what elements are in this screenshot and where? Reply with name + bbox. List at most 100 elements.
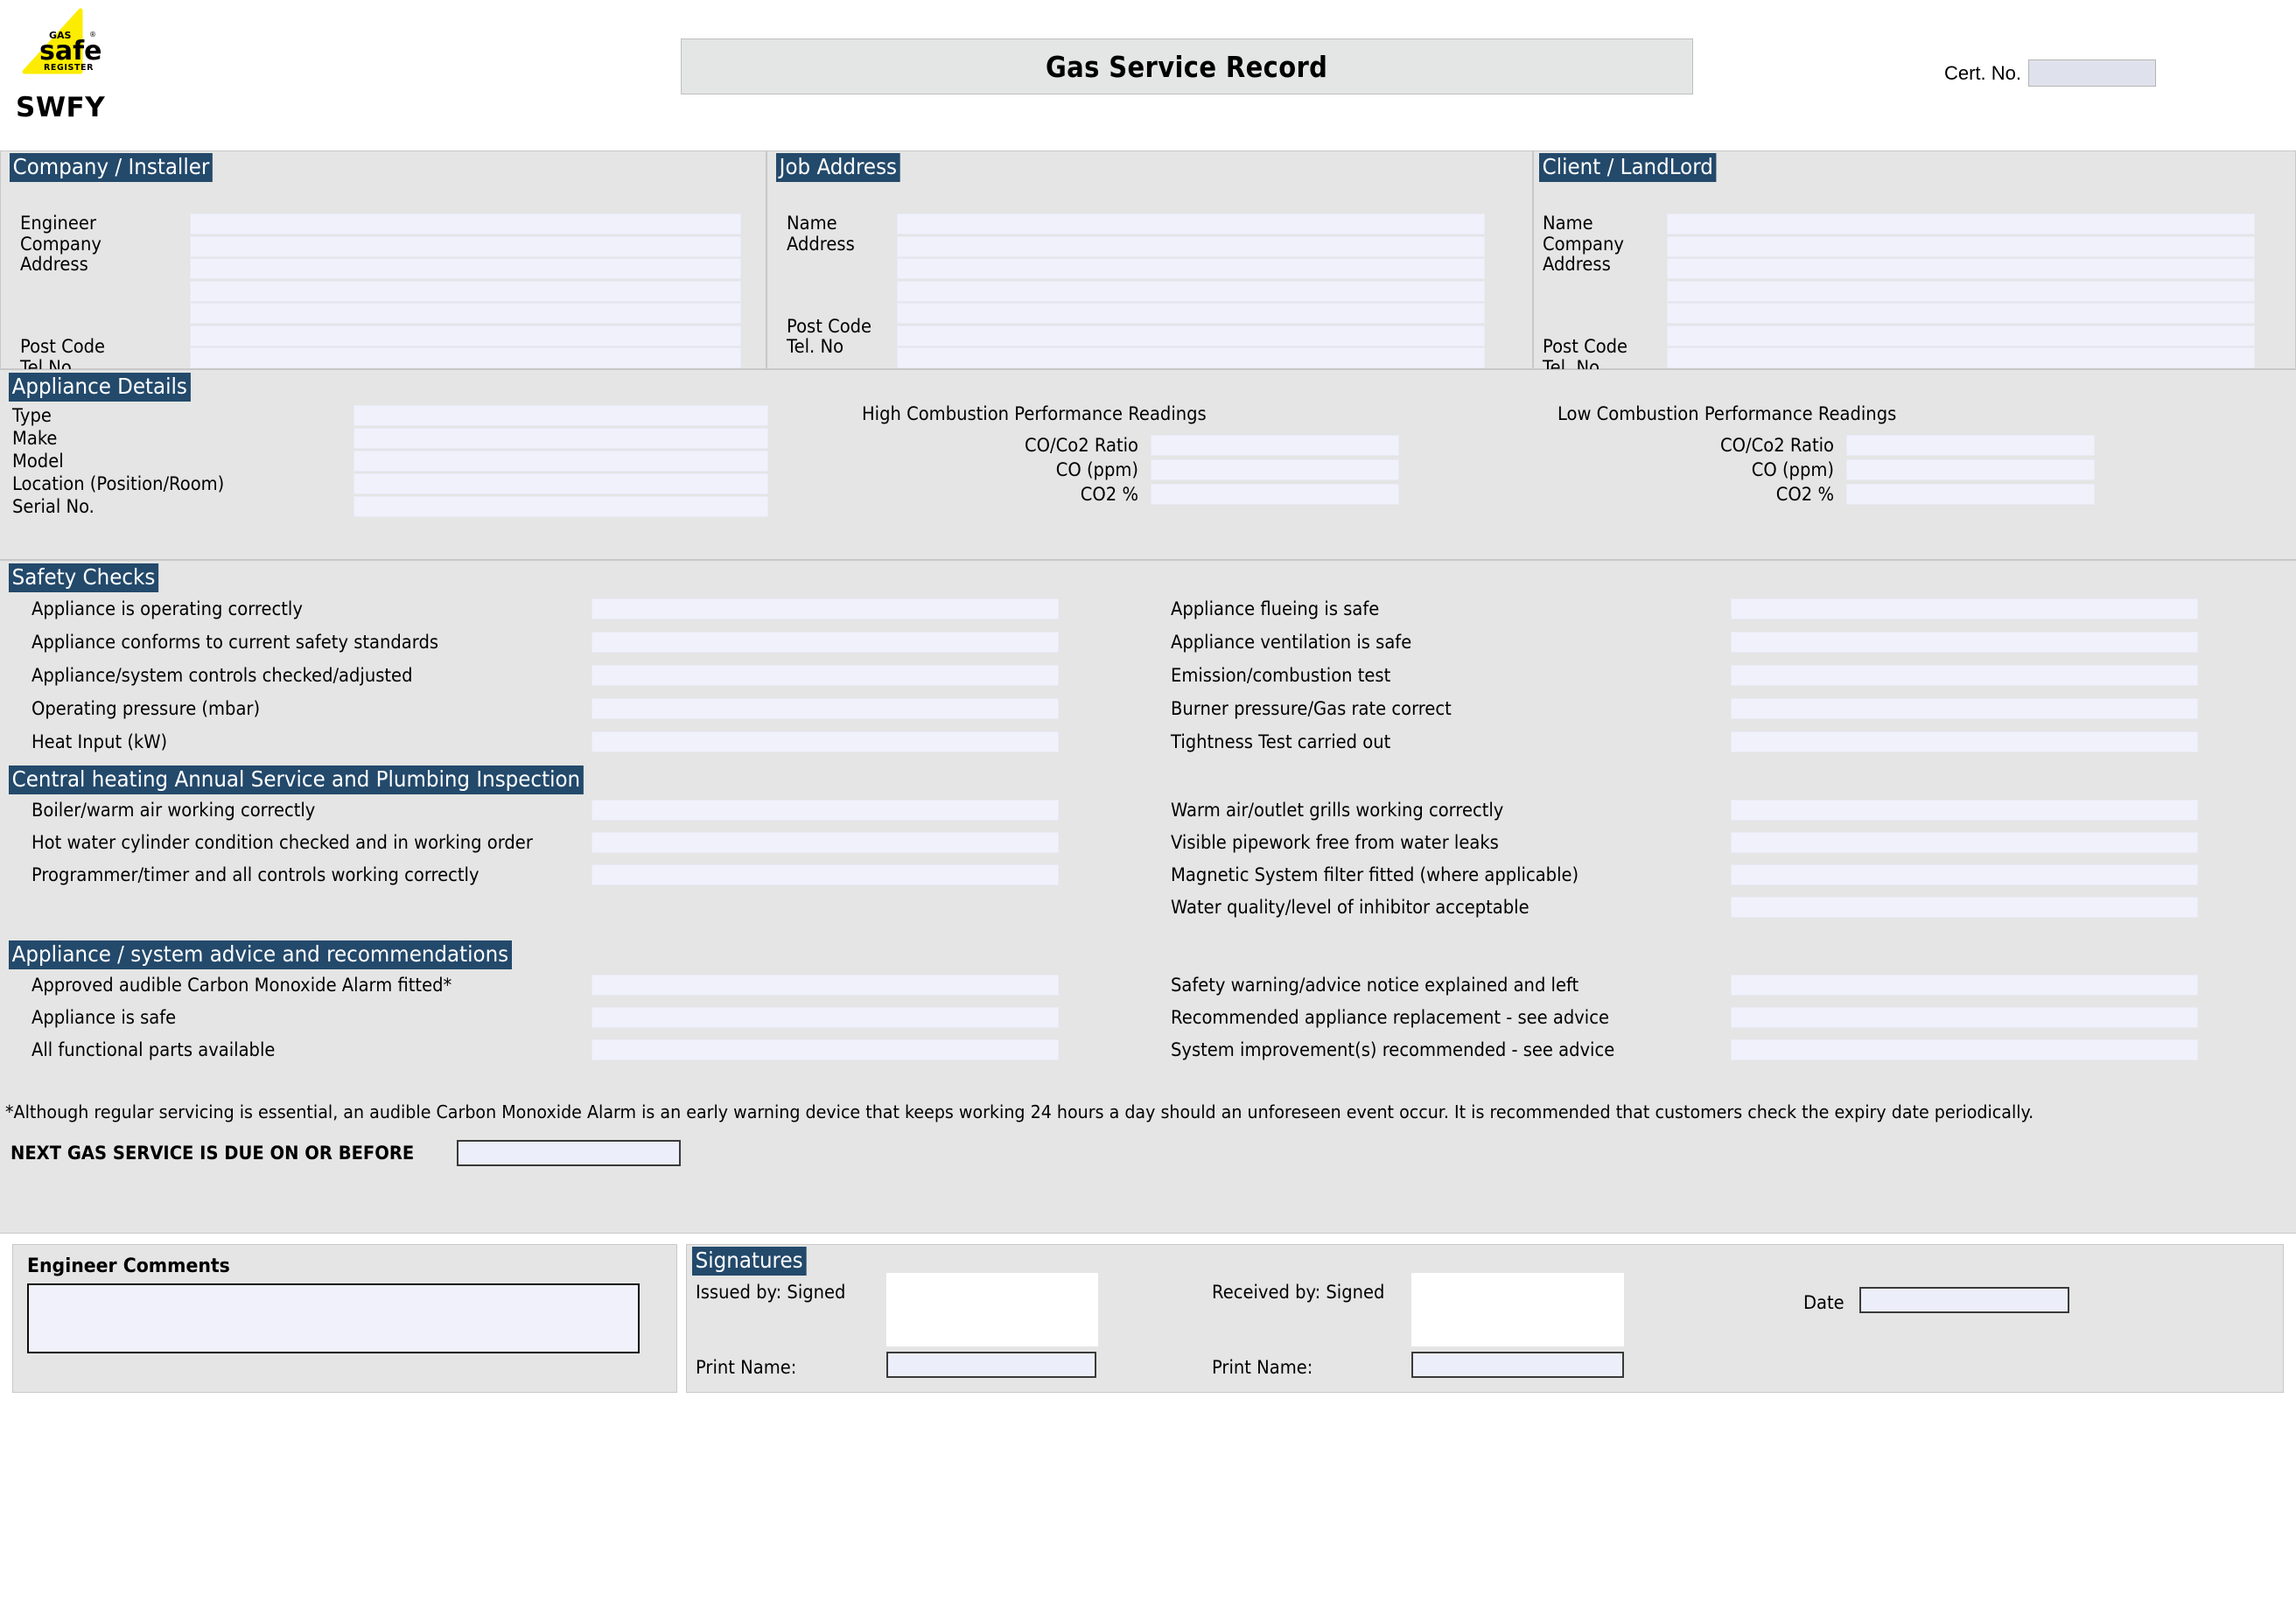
bottom-panels-row: Engineer Comments Signatures Issued by: … [0, 1234, 2296, 1393]
input-job-address-2[interactable] [897, 258, 1485, 279]
check-input-co-alarm-fitted[interactable] [592, 975, 1059, 996]
input-high-co-co2-ratio[interactable] [1151, 435, 1399, 456]
input-job-post-code[interactable] [897, 325, 1485, 346]
field-label-job-address: Address [787, 234, 872, 254]
next-service-date-input[interactable] [457, 1140, 681, 1166]
top-panels-row: Company / Installer Engineer Company Add… [0, 150, 2296, 369]
section-title-client-landlord: Client / LandLord [1539, 153, 1717, 182]
page-title-text: Gas Service Record [1046, 50, 1327, 84]
received-print-name-input[interactable] [1411, 1352, 1624, 1378]
section-title-central-heating: Central heating Annual Service and Plumb… [9, 766, 584, 794]
input-client-name[interactable] [1667, 213, 2255, 234]
high-combustion-readings: High Combustion Performance Readings CO/… [862, 403, 1399, 505]
received-by-signature-pad[interactable] [1411, 1273, 1624, 1346]
check-input-boiler-working[interactable] [592, 800, 1059, 821]
received-by-label: Received by: Signed [1212, 1282, 1384, 1303]
check-label-operating-pressure: Operating pressure (mbar) [32, 698, 552, 719]
field-label-company: Company [20, 234, 168, 254]
input-client-address-3[interactable] [1667, 303, 2255, 324]
check-input-warm-air-grills[interactable] [1731, 800, 2198, 821]
field-label-engineer: Engineer [20, 213, 168, 233]
check-input-conforms-standards[interactable] [592, 632, 1059, 653]
section-title-job-address: Job Address [776, 153, 900, 182]
svg-text:®: ® [89, 31, 96, 38]
low-combustion-heading: Low Combustion Performance Readings [1558, 403, 2057, 424]
field-label-post-code: Post Code [20, 337, 168, 356]
input-client-address-4[interactable] [1667, 325, 2255, 346]
check-input-water-quality[interactable] [1731, 897, 2198, 918]
low-combustion-readings: Low Combustion Performance Readings CO/C… [1558, 403, 2095, 505]
input-high-co-ppm[interactable] [1151, 459, 1399, 480]
input-job-name[interactable] [897, 213, 1485, 234]
input-appliance-model[interactable] [354, 451, 768, 472]
cert-no-input[interactable] [2028, 59, 2156, 87]
field-label-job-tel-no: Tel. No [787, 337, 872, 356]
input-address-3[interactable] [190, 303, 741, 324]
check-label-burner-pressure: Burner pressure/Gas rate correct [1171, 698, 1691, 719]
check-input-hot-water-cylinder[interactable] [592, 832, 1059, 853]
input-low-co-ppm[interactable] [1846, 459, 2095, 480]
issued-by-signature-pad[interactable] [886, 1273, 1098, 1346]
check-input-magnetic-filter[interactable] [1731, 864, 2198, 885]
check-input-emission-test[interactable] [1731, 665, 2198, 686]
check-input-ventilation-safe[interactable] [1731, 632, 2198, 653]
input-address-2[interactable] [190, 281, 741, 302]
input-appliance-make[interactable] [354, 428, 768, 449]
field-label-low-co-ppm: CO (ppm) [1577, 459, 1834, 480]
input-client-company[interactable] [1667, 236, 2255, 257]
check-input-system-improvement[interactable] [1731, 1039, 2198, 1060]
central-heating-left-column: Boiler/warm air working correctly Hot wa… [32, 801, 1059, 898]
high-combustion-heading: High Combustion Performance Readings [862, 403, 1362, 424]
input-low-co2-percent[interactable] [1846, 484, 2095, 505]
input-low-co-co2-ratio[interactable] [1846, 435, 2095, 456]
input-appliance-serial-no[interactable] [354, 496, 768, 517]
check-input-programmer-timer[interactable] [592, 864, 1059, 885]
input-high-co2-percent[interactable] [1151, 484, 1399, 505]
check-input-burner-pressure[interactable] [1731, 698, 2198, 719]
check-label-co-alarm-fitted: Approved audible Carbon Monoxide Alarm f… [32, 975, 552, 996]
check-input-flueing-safe[interactable] [1731, 598, 2198, 619]
field-label-high-co2-percent: CO2 % [881, 484, 1138, 505]
check-label-system-improvement: System improvement(s) recommended - see … [1171, 1039, 1691, 1060]
input-engineer[interactable] [190, 213, 741, 234]
input-post-code[interactable] [190, 347, 741, 368]
input-client-address-2[interactable] [1667, 281, 2255, 302]
issued-print-name-input[interactable] [886, 1352, 1096, 1378]
signature-date-input[interactable] [1859, 1287, 2069, 1313]
issued-by-label: Issued by: Signed [696, 1282, 845, 1303]
input-job-tel-no[interactable] [897, 347, 1485, 368]
check-input-recommended-replacement[interactable] [1731, 1007, 2198, 1028]
check-input-appliance-operating[interactable] [592, 598, 1059, 619]
check-input-appliance-is-safe[interactable] [592, 1007, 1059, 1028]
brand-name: SWFY [16, 94, 130, 122]
check-input-heat-input[interactable] [592, 731, 1059, 752]
field-label-client-name: Name [1543, 213, 1628, 233]
input-address-1[interactable] [190, 258, 741, 279]
input-job-address-4[interactable] [897, 303, 1485, 324]
input-client-address-1[interactable] [1667, 258, 2255, 279]
check-input-functional-parts[interactable] [592, 1039, 1059, 1060]
panel-engineer-comments: Engineer Comments [12, 1244, 677, 1393]
input-appliance-type[interactable] [354, 405, 768, 426]
field-label-client-company: Company [1543, 234, 1628, 254]
input-address-4[interactable] [190, 325, 741, 346]
input-client-post-code[interactable] [1667, 347, 2255, 368]
check-input-tightness-test[interactable] [1731, 731, 2198, 752]
field-label-client-address: Address [1543, 255, 1628, 274]
check-input-safety-warning-notice[interactable] [1731, 975, 2198, 996]
engineer-comments-textarea[interactable] [27, 1283, 640, 1353]
field-label-low-co2-percent: CO2 % [1577, 484, 1834, 505]
check-label-conforms-standards: Appliance conforms to current safety sta… [32, 632, 552, 653]
section-title-advice: Appliance / system advice and recommenda… [9, 940, 512, 969]
input-appliance-location[interactable] [354, 473, 768, 494]
input-company[interactable] [190, 236, 741, 257]
check-input-controls-checked[interactable] [592, 665, 1059, 686]
check-label-ventilation-safe: Appliance ventilation is safe [1171, 632, 1691, 653]
field-label-appliance-type: Type [12, 405, 330, 426]
received-print-name-label: Print Name: [1212, 1357, 1312, 1378]
input-job-address-1[interactable] [897, 236, 1485, 257]
input-job-address-3[interactable] [897, 281, 1485, 302]
panel-job-address: Job Address Name Address Post Code Tel. … [766, 150, 1533, 369]
check-input-operating-pressure[interactable] [592, 698, 1059, 719]
check-input-visible-pipework[interactable] [1731, 832, 2198, 853]
